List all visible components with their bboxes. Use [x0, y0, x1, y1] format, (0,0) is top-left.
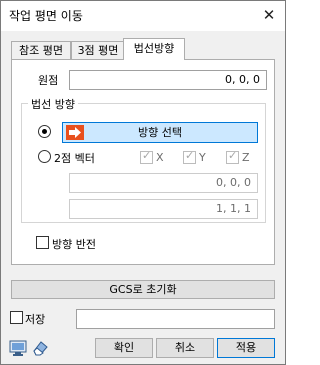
save-name-input[interactable] [76, 309, 275, 329]
close-icon: ✕ [262, 6, 276, 24]
pick-direction-button[interactable]: 방향 선택 [62, 122, 258, 143]
reset-gcs-button[interactable]: GCS로 초기화 [11, 280, 275, 299]
title-bar: 작업 평면 이동 ✕ [1, 1, 285, 31]
point2-input[interactable]: 1, 1, 1 [69, 199, 258, 219]
axis-x-label: X [156, 151, 164, 164]
save-checkbox[interactable] [10, 311, 23, 324]
window-title: 작업 평면 이동 [9, 9, 83, 23]
axis-z-checkbox[interactable]: ✓ [226, 149, 239, 164]
dialog-window: 작업 평면 이동 ✕ 참조 평면 3점 평면 법선방향 원점 0, 0, 0 법… [0, 0, 286, 365]
check-icon: ✓ [228, 149, 238, 162]
axis-x-checkbox[interactable]: ✓ [140, 149, 153, 164]
view-icon-button[interactable] [9, 339, 27, 357]
save-label: 저장 [25, 313, 46, 326]
point1-input[interactable]: 0, 0, 0 [69, 173, 258, 193]
tab-reference-plane[interactable]: 참조 평면 [11, 41, 71, 60]
check-icon: ✓ [185, 149, 195, 162]
confirm-button[interactable]: 확인 [95, 338, 153, 358]
axis-y-checkbox[interactable]: ✓ [183, 149, 196, 164]
apply-button[interactable]: 적용 [217, 338, 275, 358]
origin-input[interactable]: 0, 0, 0 [69, 70, 267, 90]
eraser-icon-button[interactable] [31, 339, 49, 357]
eraser-icon [33, 341, 48, 356]
tab-panel: 원점 0, 0, 0 법선 방향 방향 선택 2점 벡터 ✓ X ✓ Y ✓ Z… [11, 59, 275, 265]
axis-y-label: Y [199, 151, 206, 164]
two-point-vector-label: 2점 벡터 [54, 152, 95, 165]
pick-direction-radio[interactable] [38, 125, 51, 138]
pick-direction-label: 방향 선택 [138, 126, 182, 139]
close-button[interactable]: ✕ [257, 4, 281, 26]
monitor-icon [9, 340, 27, 356]
two-point-vector-radio[interactable] [38, 150, 51, 163]
arrow-pick-icon [66, 125, 84, 140]
normal-direction-group-title: 법선 방향 [28, 96, 78, 112]
normal-direction-group: 법선 방향 방향 선택 2점 벡터 ✓ X ✓ Y ✓ Z 0, 0, 0 1,… [21, 96, 266, 223]
reverse-direction-label: 방향 반전 [52, 238, 96, 251]
tab-normal-direction[interactable]: 법선방향 [123, 38, 185, 60]
axis-z-label: Z [242, 151, 250, 164]
check-icon: ✓ [142, 149, 152, 162]
tab-three-point-plane[interactable]: 3점 평면 [71, 41, 125, 60]
origin-label: 원점 [38, 74, 59, 87]
cancel-button[interactable]: 취소 [156, 338, 214, 358]
reverse-direction-checkbox[interactable] [36, 236, 49, 249]
